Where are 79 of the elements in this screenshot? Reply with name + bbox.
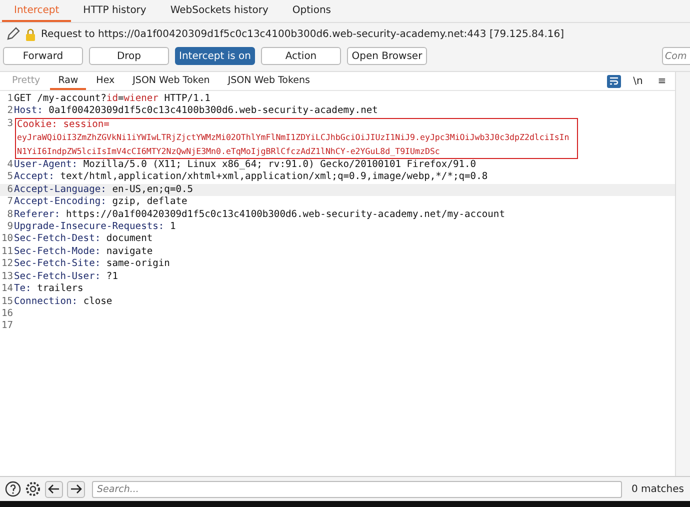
tab[interactable]: Options [280,0,343,22]
newline-toggle[interactable]: \n [631,74,645,88]
header-name: Host: [14,105,43,116]
menu-button[interactable]: ≡ [655,74,669,88]
action-button[interactable]: Intercept is on [175,47,255,65]
line-number: 13 [0,270,13,284]
back-button[interactable] [45,480,63,498]
header-value: ?1 [105,270,118,282]
line-number: 2 [6,105,13,118]
header-name: Sec-Fetch-Site: [14,258,101,270]
line-number: 14 [0,283,13,296]
line-number: 4 [6,159,13,172]
action-button[interactable]: Action [261,47,341,65]
header-name: Accept-Encoding: [14,196,106,208]
header-name: User-Agent: [14,159,78,170]
line-number: 12 [0,258,13,271]
pencil-icon[interactable] [6,27,20,41]
header-name: Upgrade-Insecure-Requests: [14,221,164,232]
header-value: Mozilla/5.0 (X11; Linux x86_64; rv:91.0) Gecko/20100101 Firefox/91.0 [82,159,476,170]
request-text: = [118,93,124,104]
cookie-name: session= [62,118,110,130]
header-name: Te: [14,283,32,294]
line-number: 3 [6,118,13,131]
header-name: Sec-Fetch-Mode: [14,246,101,257]
header-value: gzip, deflate [111,196,188,208]
header-name: Connection: [14,296,78,306]
header-value: https://0a1f00420309d1f5c0c13c4100b300d6.web-security-academy.net/my-account [64,208,505,220]
action-button[interactable]: Drop [89,47,169,65]
line-number: 9 [6,221,13,234]
header-value: text/html,application/xhtml+xml,application/xml;q=0.9,image/webp,*/*;q=0.8 [59,171,488,182]
header-name: Sec-Fetch-Dest: [14,233,101,244]
header-value: navigate [105,246,153,257]
view-tab[interactable]: JSON Web Tokens [220,72,318,90]
view-tab[interactable]: Raw [50,72,86,90]
header-name: Accept-Language: [14,184,106,195]
line-number: 11 [0,246,13,258]
settings-icon[interactable] [25,481,41,497]
header-value: 0a1f00420309d1f5c0c13c4100b300d6.web-security-academy.net [48,105,378,116]
lock-icon [25,28,36,40]
forward-button[interactable] [67,480,85,498]
header-value: trailers [36,283,84,294]
header-name: Referer: [14,208,60,220]
tab[interactable]: WebSockets history [158,0,280,22]
left-arrow-icon [48,484,60,494]
request-info: Request to https://0a1f00420309d1f5c0c13c4100b300d6.web-security-academy.net:443 [79.125.84.16] [41,28,564,40]
header-name: Sec-Fetch-User: [14,270,101,282]
cookie-value: N1YiI6IndpZW5lciIsImV4cCI6MTY2NzQwNjE3Mn0.eTqMoIjgBRlCfczAdZ1lNhCY-e2YGuL8d_T9IUmzDSc [17,146,440,156]
header-value: en-US,en;q=0.5 [111,184,194,195]
request-param: wiener [124,93,158,104]
request-param: id [106,93,118,104]
line-number: 15 [0,296,13,308]
line-number: 17 [0,320,13,333]
header-value: close [82,296,112,306]
action-button[interactable]: Forward [3,47,83,65]
tab[interactable]: HTTP history [71,0,158,22]
comment-field[interactable]: Com [662,47,690,65]
line-number: 6 [6,184,13,196]
line-number: 10 [0,233,13,246]
right-arrow-icon [70,484,82,494]
line-number: 5 [6,171,13,184]
action-button[interactable]: Open Browser [347,47,427,65]
cookie-value: eyJraWQiOiI3ZmZhZGVkNi1iYWIwLTRjZjctYWMzMi02OThlYmFlNmI1ZDYiLCJhbGciOiJIUzI1NiJ9.eyJpc3MiOiJwb3J0c3dpZ2dlciIsIn [17,132,570,142]
line-number: 8 [6,208,13,222]
match-count: 0 matches [631,484,684,494]
view-tab[interactable]: JSON Web Token [124,72,218,90]
help-icon[interactable] [5,481,21,497]
wrap-lines-icon[interactable] [607,74,621,88]
line-number: 1 [6,93,13,106]
header-value: same-origin [105,258,170,270]
header-name: Cookie: [17,118,58,130]
line-number: 16 [0,308,13,320]
view-tab[interactable]: Hex [88,72,123,90]
line-number: 7 [6,196,13,209]
request-text: HTTP/1.1 [163,93,210,104]
header-value: document [105,233,153,244]
search-field[interactable]: Search... [92,480,622,498]
header-name: Accept: [14,171,54,182]
header-value: 1 [168,221,176,232]
request-text: GET /my-account? [14,93,106,104]
